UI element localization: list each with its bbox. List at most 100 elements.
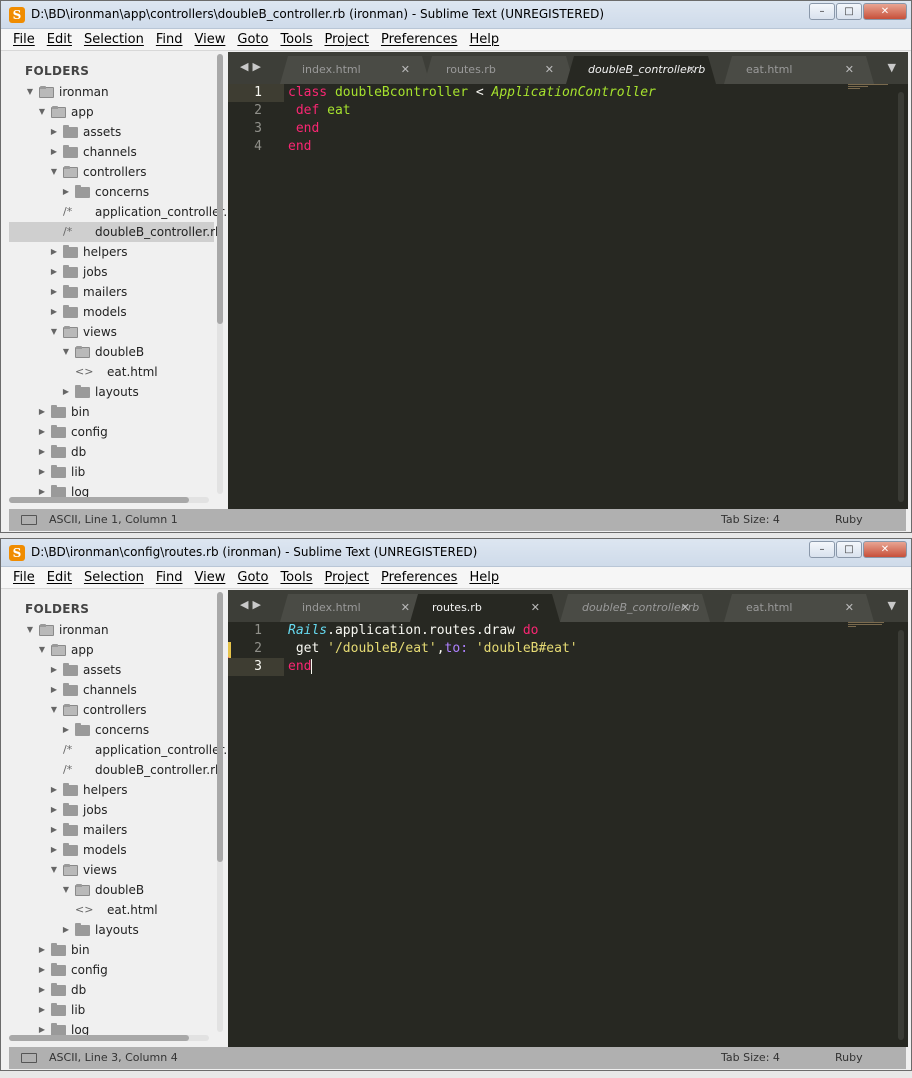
disclosure-closed-icon[interactable]: ▶ bbox=[37, 402, 47, 422]
menu-tools[interactable]: Tools bbox=[274, 32, 318, 47]
tree-folder[interactable]: ▶ db bbox=[9, 442, 214, 462]
disclosure-closed-icon[interactable]: ▶ bbox=[49, 122, 59, 142]
tree-folder[interactable]: ▼ app bbox=[9, 102, 214, 122]
menu-find[interactable]: Find bbox=[150, 32, 189, 47]
tab-index-html[interactable]: index.html ✕ bbox=[280, 56, 430, 84]
editor-pane[interactable]: ◀▶ index.html ✕ routes.rb ✕ doubleB_contro… bbox=[228, 52, 908, 509]
tab-close-icon[interactable]: ✕ bbox=[687, 56, 696, 84]
disclosure-closed-icon[interactable]: ▶ bbox=[49, 820, 59, 840]
menu-help[interactable]: Help bbox=[463, 32, 505, 47]
tree-folder[interactable]: ▶ channels bbox=[9, 680, 214, 700]
menu-view[interactable]: View bbox=[189, 570, 232, 585]
menu-help[interactable]: Help bbox=[463, 570, 505, 585]
disclosure-closed-icon[interactable]: ▶ bbox=[37, 442, 47, 462]
editor-scrollbar[interactable] bbox=[898, 630, 904, 1040]
menu-view[interactable]: View bbox=[189, 32, 232, 47]
tab-routes-rb[interactable]: routes.rb ✕ bbox=[410, 594, 560, 622]
disclosure-closed-icon[interactable]: ▶ bbox=[37, 462, 47, 482]
tab-close-icon[interactable]: ✕ bbox=[545, 56, 554, 84]
disclosure-open-icon[interactable]: ▼ bbox=[61, 342, 71, 362]
tab-close-icon[interactable]: ✕ bbox=[401, 56, 410, 84]
sidebar-horizontal-scrollbar[interactable] bbox=[9, 1035, 209, 1041]
code-area[interactable]: class doubleBcontroller < ApplicationCon… bbox=[288, 84, 888, 156]
minimap[interactable] bbox=[848, 622, 894, 632]
tree-folder[interactable]: ▶ config bbox=[9, 960, 214, 980]
tree-folder[interactable]: ▶ channels bbox=[9, 142, 214, 162]
minimize-button[interactable]: – bbox=[809, 541, 835, 558]
tab-dropdown-icon[interactable]: ▼ bbox=[888, 61, 896, 74]
sidebar-vertical-scrollbar[interactable] bbox=[217, 54, 223, 494]
disclosure-open-icon[interactable]: ▼ bbox=[37, 102, 47, 122]
tab-doubleb-controller-rb[interactable]: doubleB_controller.rb ✕ bbox=[566, 56, 716, 84]
tab-index-html[interactable]: index.html ✕ bbox=[280, 594, 430, 622]
tree-folder[interactable]: ▶ concerns bbox=[9, 720, 214, 740]
tab-dropdown-icon[interactable]: ▼ bbox=[888, 599, 896, 612]
tab-eat-html[interactable]: eat.html ✕ bbox=[724, 56, 874, 84]
sidebar-horizontal-scrollbar[interactable] bbox=[9, 497, 209, 503]
disclosure-closed-icon[interactable]: ▶ bbox=[61, 182, 71, 202]
tab-eat-html[interactable]: eat.html ✕ bbox=[724, 594, 874, 622]
disclosure-closed-icon[interactable]: ▶ bbox=[49, 282, 59, 302]
disclosure-closed-icon[interactable]: ▶ bbox=[61, 720, 71, 740]
close-button[interactable]: ✕ bbox=[863, 541, 907, 558]
editor-pane[interactable]: ◀▶ index.html ✕ routes.rb ✕ doubleB_contro… bbox=[228, 590, 908, 1047]
tree-file[interactable]: /* doubleB_controller.rb bbox=[9, 760, 223, 780]
disclosure-closed-icon[interactable]: ▶ bbox=[49, 800, 59, 820]
tree-folder[interactable]: ▶ helpers bbox=[9, 242, 214, 262]
maximize-button[interactable]: □ bbox=[836, 3, 862, 20]
minimap[interactable] bbox=[848, 84, 894, 94]
disclosure-closed-icon[interactable]: ▶ bbox=[37, 422, 47, 442]
disclosure-closed-icon[interactable]: ▶ bbox=[49, 840, 59, 860]
tab-close-icon[interactable]: ✕ bbox=[845, 56, 854, 84]
menu-project[interactable]: Project bbox=[318, 570, 374, 585]
tree-folder[interactable]: ▼ controllers bbox=[9, 700, 214, 720]
title-bar[interactable]: S D:\BD\ironman\config\routes.rb (ironma… bbox=[1, 539, 911, 567]
disclosure-closed-icon[interactable]: ▶ bbox=[49, 780, 59, 800]
tree-file[interactable]: /* doubleB_controller.rb bbox=[9, 222, 223, 242]
tab-close-icon[interactable]: ✕ bbox=[845, 594, 854, 622]
menu-selection[interactable]: Selection bbox=[78, 570, 150, 585]
status-tab-size[interactable]: Tab Size: 4 bbox=[721, 509, 780, 531]
menu-find[interactable]: Find bbox=[150, 570, 189, 585]
disclosure-closed-icon[interactable]: ▶ bbox=[61, 920, 71, 940]
sidebar-vertical-scrollbar[interactable] bbox=[217, 592, 223, 1032]
menu-preferences[interactable]: Preferences bbox=[375, 32, 463, 47]
menu-file[interactable]: File bbox=[7, 570, 41, 585]
tree-folder[interactable]: ▶ helpers bbox=[9, 780, 214, 800]
disclosure-closed-icon[interactable]: ▶ bbox=[61, 382, 71, 402]
disclosure-open-icon[interactable]: ▼ bbox=[49, 322, 59, 342]
tree-folder[interactable]: ▶ concerns bbox=[9, 182, 214, 202]
tree-folder[interactable]: ▼ views bbox=[9, 322, 214, 342]
status-syntax[interactable]: Ruby bbox=[835, 1047, 863, 1069]
tree-folder[interactable]: ▼ ironman bbox=[9, 82, 214, 102]
disclosure-closed-icon[interactable]: ▶ bbox=[37, 980, 47, 1000]
disclosure-open-icon[interactable]: ▼ bbox=[49, 860, 59, 880]
tree-folder[interactable]: ▶ mailers bbox=[9, 820, 214, 840]
tree-folder[interactable]: ▶ layouts bbox=[9, 920, 214, 940]
panel-toggle-icon[interactable] bbox=[21, 1053, 37, 1063]
panel-toggle-icon[interactable] bbox=[21, 515, 37, 525]
tree-folder[interactable]: ▶ lib bbox=[9, 1000, 214, 1020]
tree-folder[interactable]: ▶ layouts bbox=[9, 382, 214, 402]
menu-preferences[interactable]: Preferences bbox=[375, 570, 463, 585]
menu-edit[interactable]: Edit bbox=[41, 32, 78, 47]
tree-folder[interactable]: ▼ doubleB bbox=[9, 342, 214, 362]
tree-file[interactable]: /* application_controller. bbox=[9, 202, 227, 222]
tree-file[interactable]: <> eat.html bbox=[9, 362, 214, 382]
status-tab-size[interactable]: Tab Size: 4 bbox=[721, 1047, 780, 1069]
tree-folder[interactable]: ▶ config bbox=[9, 422, 214, 442]
editor-scrollbar[interactable] bbox=[898, 92, 904, 502]
tree-file[interactable]: <> eat.html bbox=[9, 900, 214, 920]
tree-file[interactable]: /* application_controller. bbox=[9, 740, 227, 760]
disclosure-open-icon[interactable]: ▼ bbox=[49, 700, 59, 720]
menu-goto[interactable]: Goto bbox=[231, 570, 274, 585]
disclosure-open-icon[interactable]: ▼ bbox=[25, 620, 35, 640]
disclosure-closed-icon[interactable]: ▶ bbox=[37, 1000, 47, 1020]
tab-nav-arrows-icon[interactable]: ◀▶ bbox=[240, 598, 265, 611]
tree-folder[interactable]: ▶ jobs bbox=[9, 800, 214, 820]
maximize-button[interactable]: □ bbox=[836, 541, 862, 558]
disclosure-closed-icon[interactable]: ▶ bbox=[37, 960, 47, 980]
tree-folder[interactable]: ▼ doubleB bbox=[9, 880, 214, 900]
tree-folder[interactable]: ▶ bin bbox=[9, 402, 214, 422]
tab-close-icon[interactable]: ✕ bbox=[681, 594, 690, 622]
